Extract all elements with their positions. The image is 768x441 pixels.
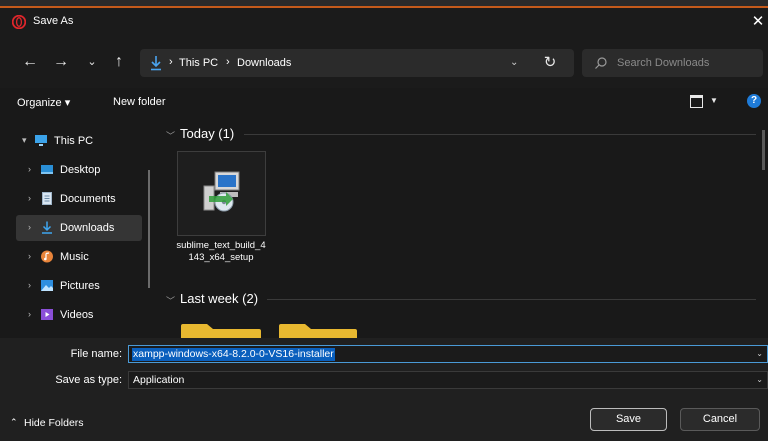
back-icon[interactable]: ← bbox=[19, 52, 41, 74]
refresh-icon[interactable]: ↻ bbox=[540, 53, 560, 71]
new-folder-button[interactable]: New folder bbox=[113, 96, 166, 108]
cancel-button[interactable]: Cancel bbox=[680, 408, 760, 431]
documents-icon bbox=[42, 192, 52, 205]
search-placeholder[interactable]: Search Downloads bbox=[617, 57, 709, 69]
chevron-right-icon[interactable]: › bbox=[28, 193, 31, 203]
sidebar-item-label: Pictures bbox=[60, 280, 100, 292]
save-button[interactable]: Save bbox=[590, 408, 667, 431]
view-caret-icon[interactable]: ▼ bbox=[710, 96, 718, 105]
sidebar-item-music[interactable]: › Music bbox=[16, 244, 142, 270]
sidebar-item-downloads[interactable]: › Downloads bbox=[16, 215, 142, 241]
file-name-value[interactable]: xampp-windows-x64-8.2.0-0-VS16-installer bbox=[132, 348, 335, 361]
title-bar bbox=[0, 8, 768, 38]
save-as-type-value: Application bbox=[133, 374, 185, 386]
sidebar-scrollbar[interactable] bbox=[148, 170, 150, 288]
file-tile[interactable] bbox=[177, 151, 266, 236]
breadcrumb-separator: › bbox=[169, 56, 173, 68]
chevron-up-icon[interactable]: ⌃ bbox=[10, 417, 18, 428]
download-icon bbox=[42, 221, 52, 234]
group-divider bbox=[244, 134, 756, 135]
folder-icon[interactable] bbox=[279, 322, 357, 338]
group-header-today[interactable]: Today (1) bbox=[180, 126, 234, 141]
chevron-down-icon[interactable]: ▾ bbox=[22, 135, 27, 146]
organize-button[interactable]: Organize ▾ bbox=[17, 96, 70, 109]
sidebar-item-this-pc[interactable]: ▾ This PC bbox=[16, 128, 142, 154]
chevron-right-icon[interactable]: › bbox=[28, 309, 31, 319]
sidebar-item-desktop[interactable]: › Desktop bbox=[16, 157, 142, 183]
up-icon[interactable]: ↑ bbox=[108, 52, 130, 74]
sidebar-item-label: Desktop bbox=[60, 164, 101, 176]
desktop-icon bbox=[41, 165, 53, 174]
group-divider bbox=[267, 299, 756, 300]
opera-icon bbox=[12, 15, 26, 29]
chevron-right-icon[interactable]: › bbox=[28, 280, 31, 290]
hide-folders-button[interactable]: Hide Folders bbox=[24, 417, 84, 429]
file-name-label[interactable]: sublime_text_build_4143_x64_setup bbox=[175, 240, 267, 264]
sidebar-item-videos[interactable]: › Videos bbox=[16, 302, 142, 328]
forward-icon[interactable]: → bbox=[50, 52, 72, 74]
breadcrumb-downloads[interactable]: Downloads bbox=[237, 57, 291, 69]
address-history-chevron-icon[interactable]: ⌄ bbox=[510, 57, 518, 68]
chevron-down-icon[interactable]: ⌄ bbox=[756, 349, 763, 358]
folder-icon[interactable] bbox=[181, 322, 261, 338]
file-name-field-label: File name: bbox=[70, 348, 122, 360]
chevron-down-icon[interactable]: ⌄ bbox=[756, 375, 763, 384]
chevron-right-icon[interactable]: › bbox=[28, 251, 31, 261]
videos-icon bbox=[41, 309, 53, 320]
breadcrumb-separator: › bbox=[226, 56, 230, 68]
monitor-icon bbox=[35, 135, 47, 146]
content-scrollbar[interactable] bbox=[762, 130, 765, 170]
download-icon bbox=[151, 56, 161, 71]
sidebar-item-label: This PC bbox=[54, 135, 94, 147]
search-icon bbox=[595, 57, 607, 69]
view-options-icon[interactable] bbox=[690, 95, 703, 108]
group-collapse-icon[interactable]: ﹀ bbox=[166, 129, 175, 142]
help-icon[interactable]: ? bbox=[747, 94, 761, 108]
music-icon bbox=[41, 250, 53, 263]
file-name-field[interactable]: xampp-windows-x64-8.2.0-0-VS16-installer… bbox=[128, 345, 768, 363]
sidebar-item-label: Downloads bbox=[60, 222, 115, 234]
group-header-last-week[interactable]: Last week (2) bbox=[180, 291, 258, 306]
sidebar-item-label: Documents bbox=[60, 193, 116, 205]
save-as-type-label: Save as type: bbox=[55, 374, 122, 386]
breadcrumb-this-pc[interactable]: This PC bbox=[179, 57, 218, 69]
window-title: Save As bbox=[33, 15, 74, 27]
chevron-right-icon[interactable]: › bbox=[28, 164, 31, 174]
sidebar-item-label: Videos bbox=[60, 309, 94, 321]
background-window-strip bbox=[0, 0, 768, 8]
chevron-right-icon[interactable]: › bbox=[28, 222, 31, 232]
save-as-type-select[interactable]: Application ⌄ bbox=[128, 371, 768, 389]
group-collapse-icon[interactable]: ﹀ bbox=[166, 294, 175, 307]
sidebar-item-pictures[interactable]: › Pictures bbox=[16, 273, 142, 299]
recent-locations-chevron-icon[interactable]: ⌄ bbox=[81, 52, 103, 74]
installer-icon bbox=[203, 171, 240, 212]
close-icon[interactable]: ✕ bbox=[748, 12, 768, 32]
sidebar-item-label: Music bbox=[60, 251, 89, 263]
pictures-icon bbox=[41, 280, 53, 291]
sidebar-item-documents[interactable]: › Documents bbox=[16, 186, 142, 212]
